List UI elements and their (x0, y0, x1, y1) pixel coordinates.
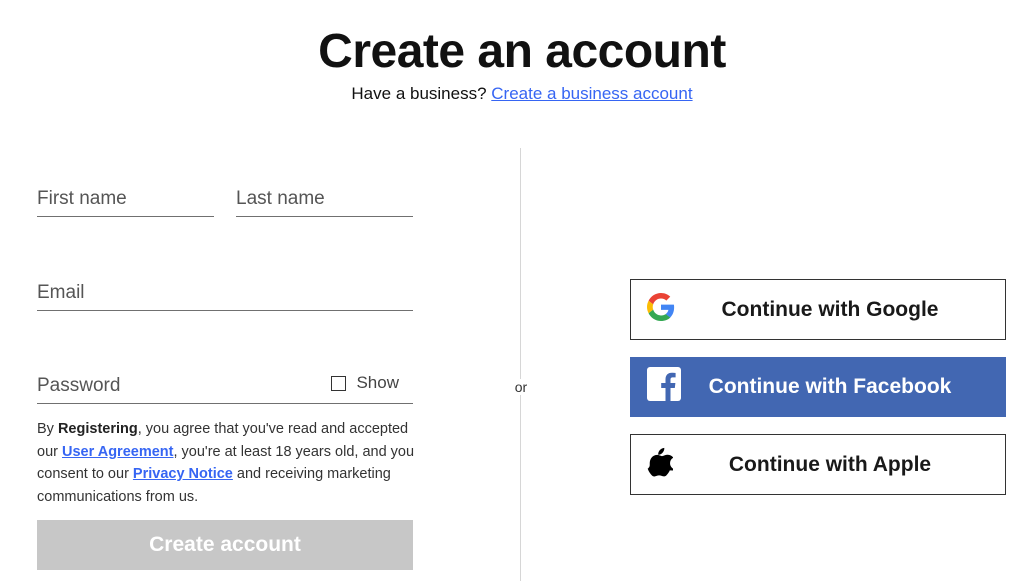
google-button-label: Continue with Google (721, 297, 939, 321)
continue-with-google-button[interactable]: Continue with Google (630, 279, 1006, 340)
or-separator: or (512, 379, 530, 395)
business-prompt: Have a business? Create a business accou… (0, 84, 1024, 104)
password-field: Show (37, 372, 413, 404)
continue-with-apple-button[interactable]: Continue with Apple (630, 434, 1006, 495)
show-password-toggle[interactable]: Show (331, 373, 399, 393)
apple-icon (647, 447, 675, 483)
facebook-button-label: Continue with Facebook (708, 375, 952, 398)
vertical-divider (520, 148, 521, 581)
create-account-button[interactable]: Create account (37, 520, 413, 570)
show-password-checkbox[interactable] (331, 375, 347, 391)
privacy-notice-link[interactable]: Privacy Notice (133, 466, 233, 482)
user-agreement-link[interactable]: User Agreement (62, 444, 173, 460)
facebook-icon (647, 367, 681, 407)
show-password-label: Show (356, 373, 399, 392)
page-title: Create an account (318, 25, 726, 78)
legal-notice: By Registering, you agree that you've re… (37, 418, 417, 508)
google-icon (647, 292, 675, 327)
first-name-input[interactable] (37, 185, 214, 213)
password-input[interactable] (37, 372, 307, 400)
business-prompt-text: Have a business? (351, 84, 487, 103)
email-field (37, 279, 413, 311)
legal-registering: Registering (57, 421, 138, 437)
continue-with-facebook-button[interactable]: Continue with Facebook (630, 357, 1006, 417)
apple-button-label: Continue with Apple (728, 452, 932, 476)
legal-prefix: By (37, 421, 58, 437)
first-name-field (37, 185, 214, 217)
last-name-field (236, 185, 413, 217)
email-input[interactable] (37, 279, 413, 307)
create-business-account-link[interactable]: Create a business account (491, 84, 692, 103)
last-name-input[interactable] (236, 185, 413, 213)
